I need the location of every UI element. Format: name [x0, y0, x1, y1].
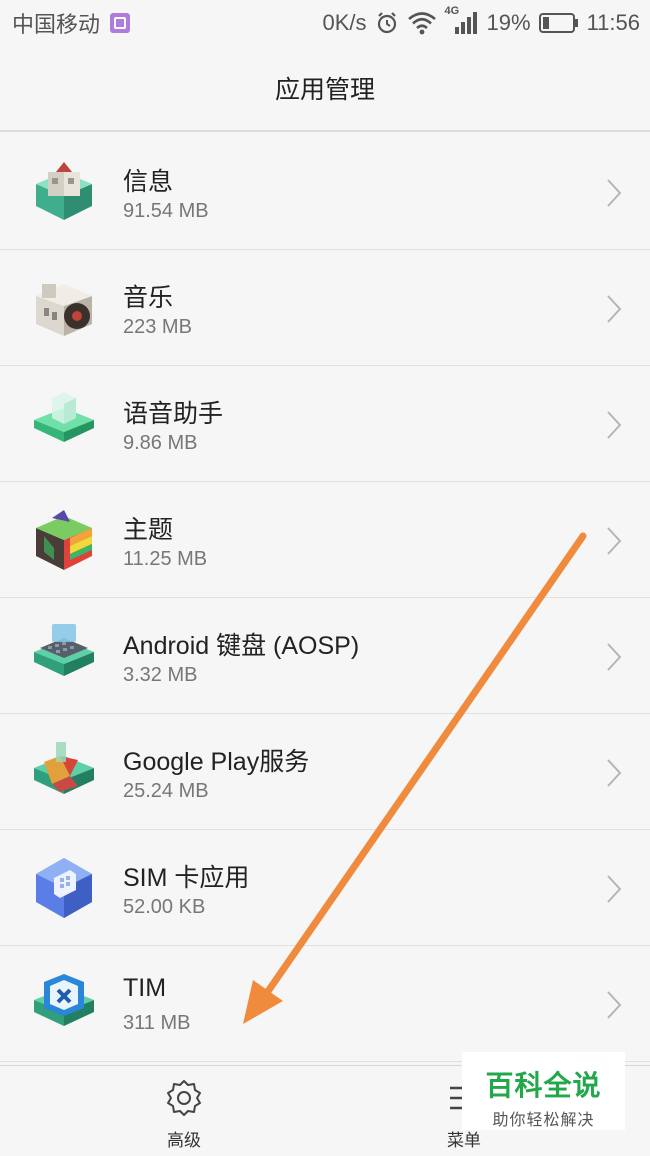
app-row-messages[interactable]: 信息 91.54 MB: [0, 134, 650, 250]
app-name: 音乐: [123, 284, 174, 312]
app-name: 主题: [123, 516, 174, 544]
signal-icon: [454, 12, 477, 34]
chevron-right-icon: [607, 643, 622, 671]
carrier-label: 中国移动: [12, 12, 101, 37]
gear-icon: [167, 1080, 201, 1116]
battery-icon: [538, 13, 578, 33]
battery-percent: 19%: [486, 10, 531, 35]
app-list: 信息 91.54 MB 音乐 223 MB 语音助手 9.86 MB 主题 11…: [0, 134, 650, 1062]
app-name: Android 键盘 (AOSP): [123, 632, 360, 660]
app-name: 信息: [123, 168, 174, 196]
network-speed: 0K/s: [322, 10, 367, 35]
app-size: 25.24 MB: [123, 780, 209, 802]
app-row-android-keyboard[interactable]: Android 键盘 (AOSP) 3.32 MB: [0, 598, 650, 714]
messages-icon: [36, 162, 92, 220]
google-play-services-icon: [34, 742, 94, 794]
app-row-music[interactable]: 音乐 223 MB: [0, 250, 650, 366]
app-name: TIM: [123, 974, 167, 1002]
tim-icon: [34, 974, 94, 1026]
chevron-right-icon: [607, 991, 622, 1019]
app-size: 52.00 KB: [123, 896, 206, 918]
chevron-right-icon: [607, 527, 622, 555]
advanced-button[interactable]: 高级: [124, 1074, 244, 1154]
chevron-right-icon: [607, 759, 622, 787]
app-size: 91.54 MB: [123, 200, 209, 222]
title-divider: [0, 130, 650, 132]
app-row-google-play-services[interactable]: Google Play服务 25.24 MB: [0, 714, 650, 830]
app-name: SIM 卡应用: [123, 864, 250, 892]
sim-card-icon: [36, 858, 92, 918]
status-bar: 中国移动 0K/s 4G 19% 11:56: [0, 0, 650, 46]
title-bar: 应用管理: [0, 46, 650, 130]
signal-indicator: 4G: [445, 5, 479, 35]
app-name: Google Play服务: [123, 748, 310, 776]
app-row-voice-assistant[interactable]: 语音助手 9.86 MB: [0, 366, 650, 482]
app-size: 311 MB: [123, 1012, 191, 1034]
chevron-right-icon: [607, 179, 622, 207]
keyboard-icon: [34, 624, 94, 676]
app-size: 11.25 MB: [123, 548, 208, 570]
chevron-right-icon: [607, 875, 622, 903]
app-row-sim-toolkit[interactable]: SIM 卡应用 52.00 KB: [0, 830, 650, 946]
app-size: 9.86 MB: [123, 432, 198, 454]
wifi-icon: [407, 12, 436, 35]
page-title: 应用管理: [274, 76, 375, 104]
app-row-themes[interactable]: 主题 11.25 MB: [0, 482, 650, 598]
themes-icon: [36, 510, 92, 570]
chevron-right-icon: [607, 411, 622, 439]
chevron-right-icon: [607, 295, 622, 323]
clock: 11:56: [586, 10, 640, 35]
advanced-label: 高级: [167, 1131, 201, 1150]
gallery-notification-icon: [110, 13, 131, 33]
voice-assistant-icon: [34, 392, 94, 442]
app-size: 3.32 MB: [123, 664, 198, 686]
watermark-subtitle: 助你轻松解决: [492, 1112, 595, 1129]
alarm-icon: [377, 12, 396, 34]
watermark-logo: 百科全说 助你轻松解决: [462, 1052, 625, 1130]
app-name: 语音助手: [123, 400, 224, 428]
app-size: 223 MB: [123, 316, 192, 338]
music-icon: [36, 284, 92, 336]
watermark-title: 百科全说: [485, 1070, 602, 1101]
app-row-tim[interactable]: TIM 311 MB: [0, 946, 650, 1062]
